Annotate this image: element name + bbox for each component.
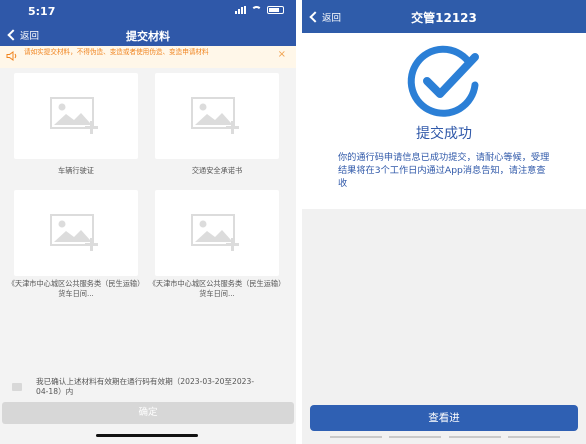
notice-text: 请如实提交材料，不得伪造、变造或者使用伪造、变造申请材料 <box>24 48 209 56</box>
status-time: 5:17 <box>28 5 56 18</box>
notice-bar: 请如实提交材料，不得伪造、变造或者使用伪造、变造申请材料 × <box>0 46 296 68</box>
submit-materials-screen: 5:17 返回 提交材料 请如实提交材料，不得伪造、变造或者使用伪造、变造申请材… <box>0 0 296 444</box>
image-add-icon <box>50 97 98 134</box>
image-add-icon <box>50 214 98 251</box>
confirm-button[interactable]: 确定 <box>2 402 294 424</box>
nav-bar: 返回 提交材料 <box>0 26 296 46</box>
signal-icon <box>235 6 246 14</box>
image-add-icon <box>191 214 239 251</box>
close-icon[interactable]: × <box>278 49 286 60</box>
top-bar: 返回 交管12123 <box>302 0 586 33</box>
upload-tile-vehicle-license[interactable] <box>14 73 138 159</box>
confirm-row: 我已确认上述材料有效期在通行码有效期（2023-03-20至2023-04-18… <box>12 377 288 399</box>
home-indicator <box>96 434 198 437</box>
upload-tile-safety-pledge[interactable] <box>155 73 279 159</box>
top-bar: 5:17 返回 提交材料 <box>0 0 296 46</box>
result-card: 提交成功 你的通行码申请信息已成功提交，请耐心等候，受理结果将在3个工作日内通过… <box>302 33 586 209</box>
upload-caption: 《天津市中心城区公共服务类（民生运输）货车日间... <box>7 279 145 298</box>
submit-success-screen: 返回 交管12123 提交成功 你的通行码申请信息已成功提交，请耐心等候，受理结… <box>302 0 586 444</box>
battery-icon <box>267 6 284 14</box>
image-add-icon <box>191 97 239 134</box>
result-title: 提交成功 <box>416 126 472 142</box>
wifi-icon <box>251 6 262 14</box>
confirm-text: 我已确认上述材料有效期在通行码有效期（2023-03-20至2023-04-18… <box>36 377 255 396</box>
upload-tile-document-2[interactable] <box>155 190 279 276</box>
upload-caption: 车辆行驶证 <box>58 166 94 175</box>
status-icons <box>235 6 284 14</box>
upload-caption: 《天津市中心城区公共服务类（民生运输）货车日间... <box>148 279 286 298</box>
check-circle-icon <box>407 45 479 117</box>
upload-tile-document-1[interactable] <box>14 190 138 276</box>
upload-caption: 交通安全承诺书 <box>191 166 243 175</box>
result-message: 你的通行码申请信息已成功提交，请耐心等候，受理结果将在3个工作日内通过App消息… <box>338 152 550 189</box>
page-title: 交管12123 <box>411 11 477 25</box>
page-title: 提交材料 <box>126 30 170 43</box>
footer-tabs <box>330 436 560 438</box>
view-progress-button[interactable]: 查看进 <box>310 405 578 431</box>
speaker-icon <box>6 51 17 61</box>
checkbox-icon[interactable] <box>12 383 22 391</box>
